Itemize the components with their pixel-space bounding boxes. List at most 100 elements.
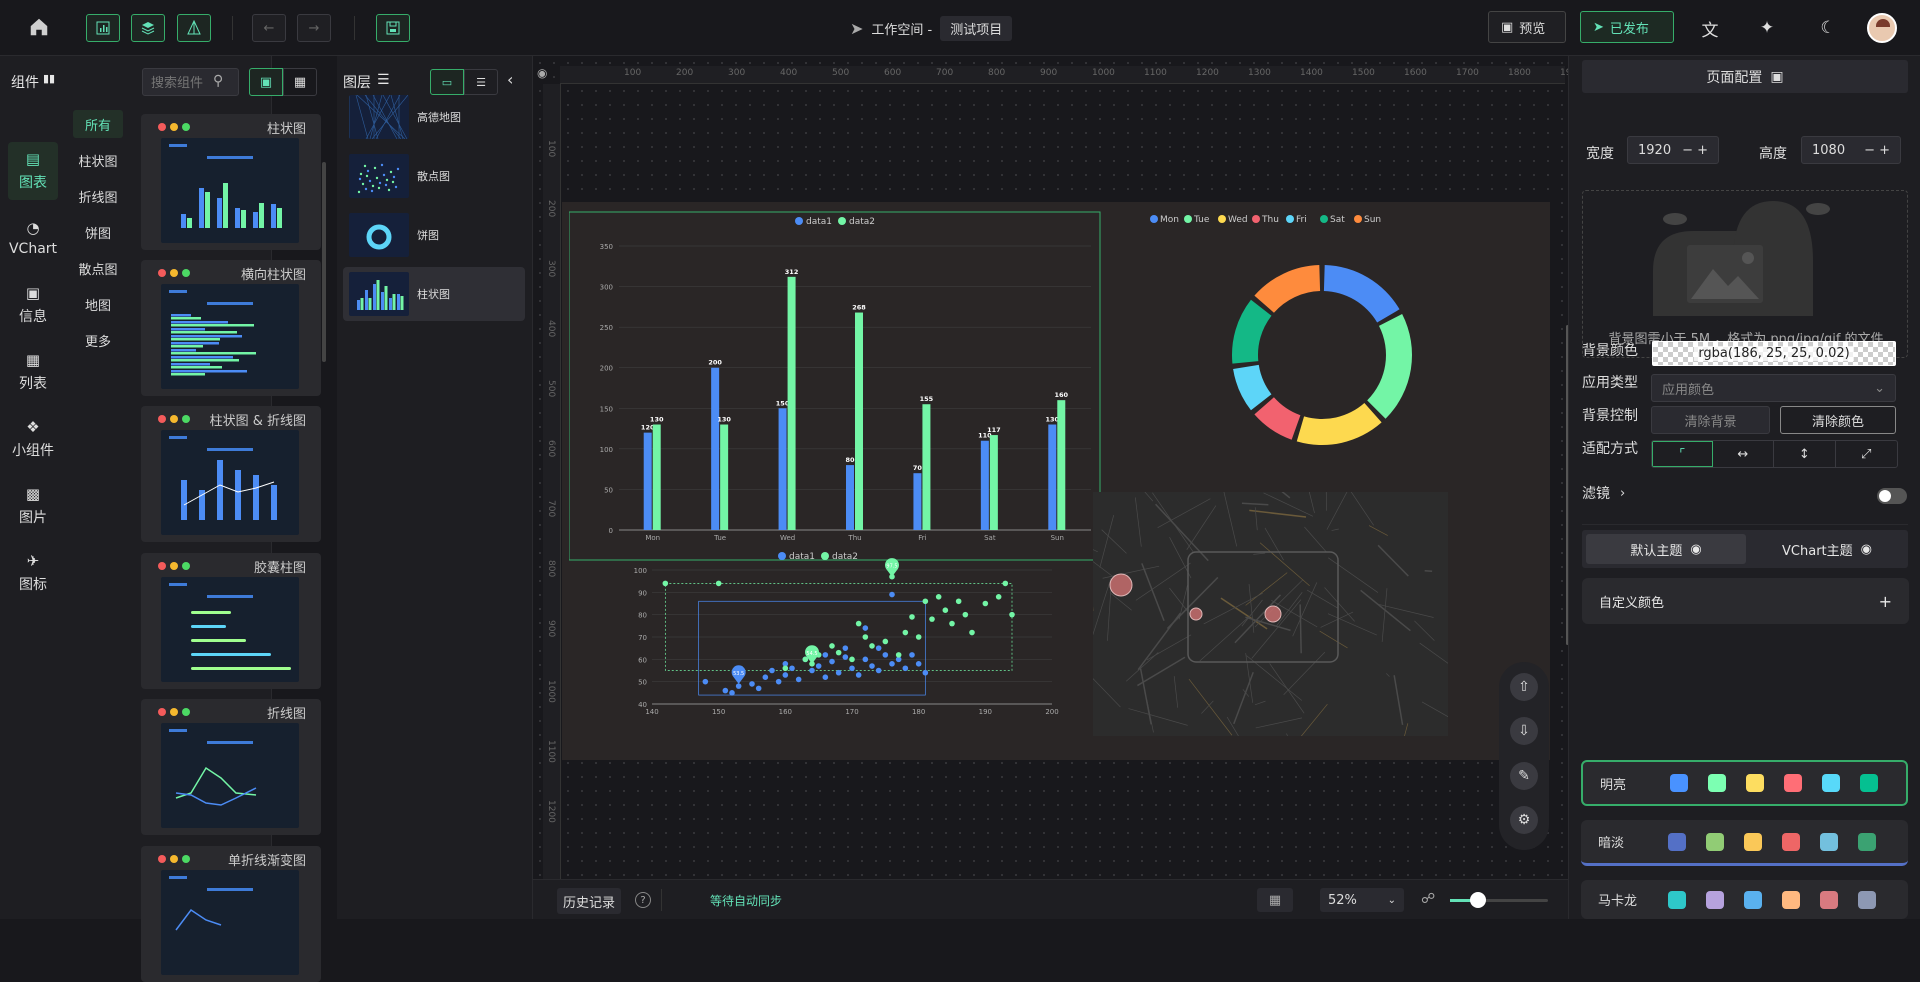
scatter-point-data2[interactable] bbox=[909, 614, 915, 620]
filter-toggle[interactable] bbox=[1877, 488, 1907, 504]
component-card[interactable]: 胶囊柱图 bbox=[141, 553, 321, 689]
component-card[interactable]: 柱状图 bbox=[141, 114, 321, 250]
layer-item[interactable]: 柱状图 bbox=[343, 267, 525, 321]
map-widget[interactable] bbox=[1093, 492, 1448, 736]
publish-button[interactable]: ➤ 已发布 bbox=[1580, 11, 1674, 43]
scatter-point-data1[interactable] bbox=[843, 654, 849, 660]
card-view-button[interactable]: ▣ bbox=[249, 68, 283, 96]
scatter-point-data2[interactable] bbox=[903, 630, 909, 636]
category-plane[interactable]: ✈图标 bbox=[8, 544, 58, 602]
scatter-point-data2[interactable] bbox=[883, 639, 889, 645]
eye-icon[interactable]: ◉ bbox=[537, 66, 547, 80]
fit-fill-icon[interactable]: ⤢ bbox=[1836, 441, 1897, 467]
legend-label[interactable]: data2 bbox=[832, 552, 858, 562]
bar-data1[interactable] bbox=[846, 465, 854, 530]
tab-default-theme[interactable]: 默认主题◉ bbox=[1586, 534, 1746, 564]
component-card[interactable]: 折线图 bbox=[141, 699, 321, 835]
scatter-point-data1[interactable] bbox=[883, 652, 889, 658]
grid-view-button[interactable]: ▦ bbox=[283, 68, 317, 96]
theme-row[interactable]: 暗淡 bbox=[1581, 820, 1908, 866]
component-scrollbar[interactable] bbox=[322, 162, 326, 362]
bar-chart[interactable]: 050100150200250300350MonTueWedThuFriSatS… bbox=[569, 211, 1119, 561]
bar-data1[interactable] bbox=[644, 433, 652, 530]
scatter-point-data1[interactable] bbox=[889, 661, 895, 667]
scatter-point-data1[interactable] bbox=[729, 690, 735, 696]
scatter-point-data2[interactable] bbox=[969, 630, 975, 636]
scatter-point-data2[interactable] bbox=[916, 634, 922, 640]
subcategory-item[interactable]: 地图 bbox=[73, 290, 123, 318]
pie-slice[interactable] bbox=[1254, 397, 1300, 439]
custom-color-row[interactable]: 自定义颜色 + bbox=[1582, 578, 1909, 624]
project-name[interactable]: 测试项目 bbox=[940, 16, 1012, 41]
scatter-point-data1[interactable] bbox=[923, 670, 929, 676]
fit-height-icon[interactable]: ↕ bbox=[1774, 441, 1836, 467]
pie-slice[interactable] bbox=[1324, 265, 1400, 322]
legend-label[interactable]: data2 bbox=[849, 217, 875, 227]
scatter-point-data1[interactable] bbox=[889, 592, 895, 598]
lock-icon[interactable]: ☍ bbox=[1421, 891, 1435, 907]
edit-icon[interactable]: ✎ bbox=[1510, 762, 1538, 790]
bar-data1[interactable] bbox=[711, 368, 719, 530]
scatter-point-data1[interactable] bbox=[749, 681, 755, 687]
map-bubble[interactable] bbox=[1110, 574, 1132, 596]
scatter-point-data2[interactable] bbox=[856, 621, 862, 627]
legend-label[interactable]: Sat bbox=[1330, 215, 1345, 225]
bar-data2[interactable] bbox=[990, 435, 998, 530]
export-icon[interactable]: ⇧ bbox=[1510, 673, 1538, 701]
scatter-point-data2[interactable] bbox=[936, 594, 942, 600]
scatter-point-data1[interactable] bbox=[856, 672, 862, 678]
subcategory-item[interactable]: 所有 bbox=[73, 110, 123, 138]
pie-slice[interactable] bbox=[1367, 314, 1412, 419]
apply-type-select[interactable]: 应用颜色⌄ bbox=[1651, 374, 1896, 402]
scatter-point-data2[interactable] bbox=[716, 581, 722, 587]
minimap-button[interactable]: ▦ bbox=[1257, 888, 1293, 912]
scatter-point-data1[interactable] bbox=[816, 663, 822, 669]
scatter-point-data2[interactable] bbox=[869, 643, 875, 649]
collapse-chevron-icon[interactable]: ‹ bbox=[507, 70, 513, 89]
scatter-point-data1[interactable] bbox=[836, 670, 842, 676]
scatter-point-data1[interactable] bbox=[776, 679, 782, 685]
scatter-point-data2[interactable] bbox=[849, 657, 855, 663]
home-icon[interactable] bbox=[28, 16, 54, 40]
legend-label[interactable]: Sun bbox=[1364, 215, 1381, 225]
layer-item[interactable]: 高德地图 bbox=[343, 90, 525, 144]
preview-button[interactable]: ▣ 预览 bbox=[1488, 11, 1566, 43]
bar-data2[interactable] bbox=[653, 425, 661, 530]
bar-data1[interactable] bbox=[981, 441, 989, 530]
scatter-point-data1[interactable] bbox=[769, 668, 775, 674]
component-card[interactable]: 横向柱状图 bbox=[141, 260, 321, 396]
zoom-select[interactable]: 52%⌄ bbox=[1320, 888, 1404, 912]
clear-background-button[interactable]: 清除背景 bbox=[1651, 406, 1770, 434]
scatter-point-data1[interactable] bbox=[823, 652, 829, 658]
chevron-right-icon[interactable]: › bbox=[1620, 486, 1625, 501]
scatter-point-data1[interactable] bbox=[789, 665, 795, 671]
layers-panel-toggle-button[interactable] bbox=[131, 14, 165, 42]
scatter-point-data2[interactable] bbox=[829, 643, 835, 649]
pie-slice[interactable] bbox=[1232, 300, 1271, 364]
subcategory-item[interactable]: 散点图 bbox=[73, 254, 123, 282]
scatter-point-data1[interactable] bbox=[909, 652, 915, 658]
legend-label[interactable]: Tue bbox=[1193, 215, 1210, 225]
pie-chart[interactable]: MonTueWedThuFriSatSun bbox=[1132, 207, 1512, 497]
save-button[interactable] bbox=[376, 14, 410, 42]
fit-width-icon[interactable]: ↔ bbox=[1713, 441, 1775, 467]
undo-button[interactable]: ← bbox=[252, 14, 286, 42]
scatter-point-data1[interactable] bbox=[876, 645, 882, 651]
translate-icon[interactable]: 文 bbox=[1698, 16, 1722, 40]
scatter-point-data2[interactable] bbox=[963, 612, 969, 618]
stepper-icon[interactable]: − + bbox=[1864, 143, 1890, 158]
category-table[interactable]: ▦列表 bbox=[8, 343, 58, 401]
canvas-stage[interactable]: 050100150200250300350MonTueWedThuFriSatS… bbox=[562, 202, 1550, 760]
scatter-point-data1[interactable] bbox=[876, 668, 882, 674]
scatter-point-data2[interactable] bbox=[996, 594, 1002, 600]
subcategory-item[interactable]: 更多 bbox=[73, 326, 123, 354]
legend-label[interactable]: Wed bbox=[1228, 215, 1248, 225]
tab-vchart-theme[interactable]: VChart主题◉ bbox=[1750, 534, 1904, 564]
scatter-point-data2[interactable] bbox=[1003, 581, 1009, 587]
scatter-point-data1[interactable] bbox=[829, 659, 835, 665]
scatter-point-data2[interactable] bbox=[896, 652, 902, 658]
scatter-point-data2[interactable] bbox=[949, 621, 955, 627]
bg-color-picker[interactable]: rgba(186, 25, 25, 0.02) bbox=[1652, 341, 1896, 366]
scatter-point-data1[interactable] bbox=[916, 661, 922, 667]
scatter-point-data1[interactable] bbox=[783, 672, 789, 678]
